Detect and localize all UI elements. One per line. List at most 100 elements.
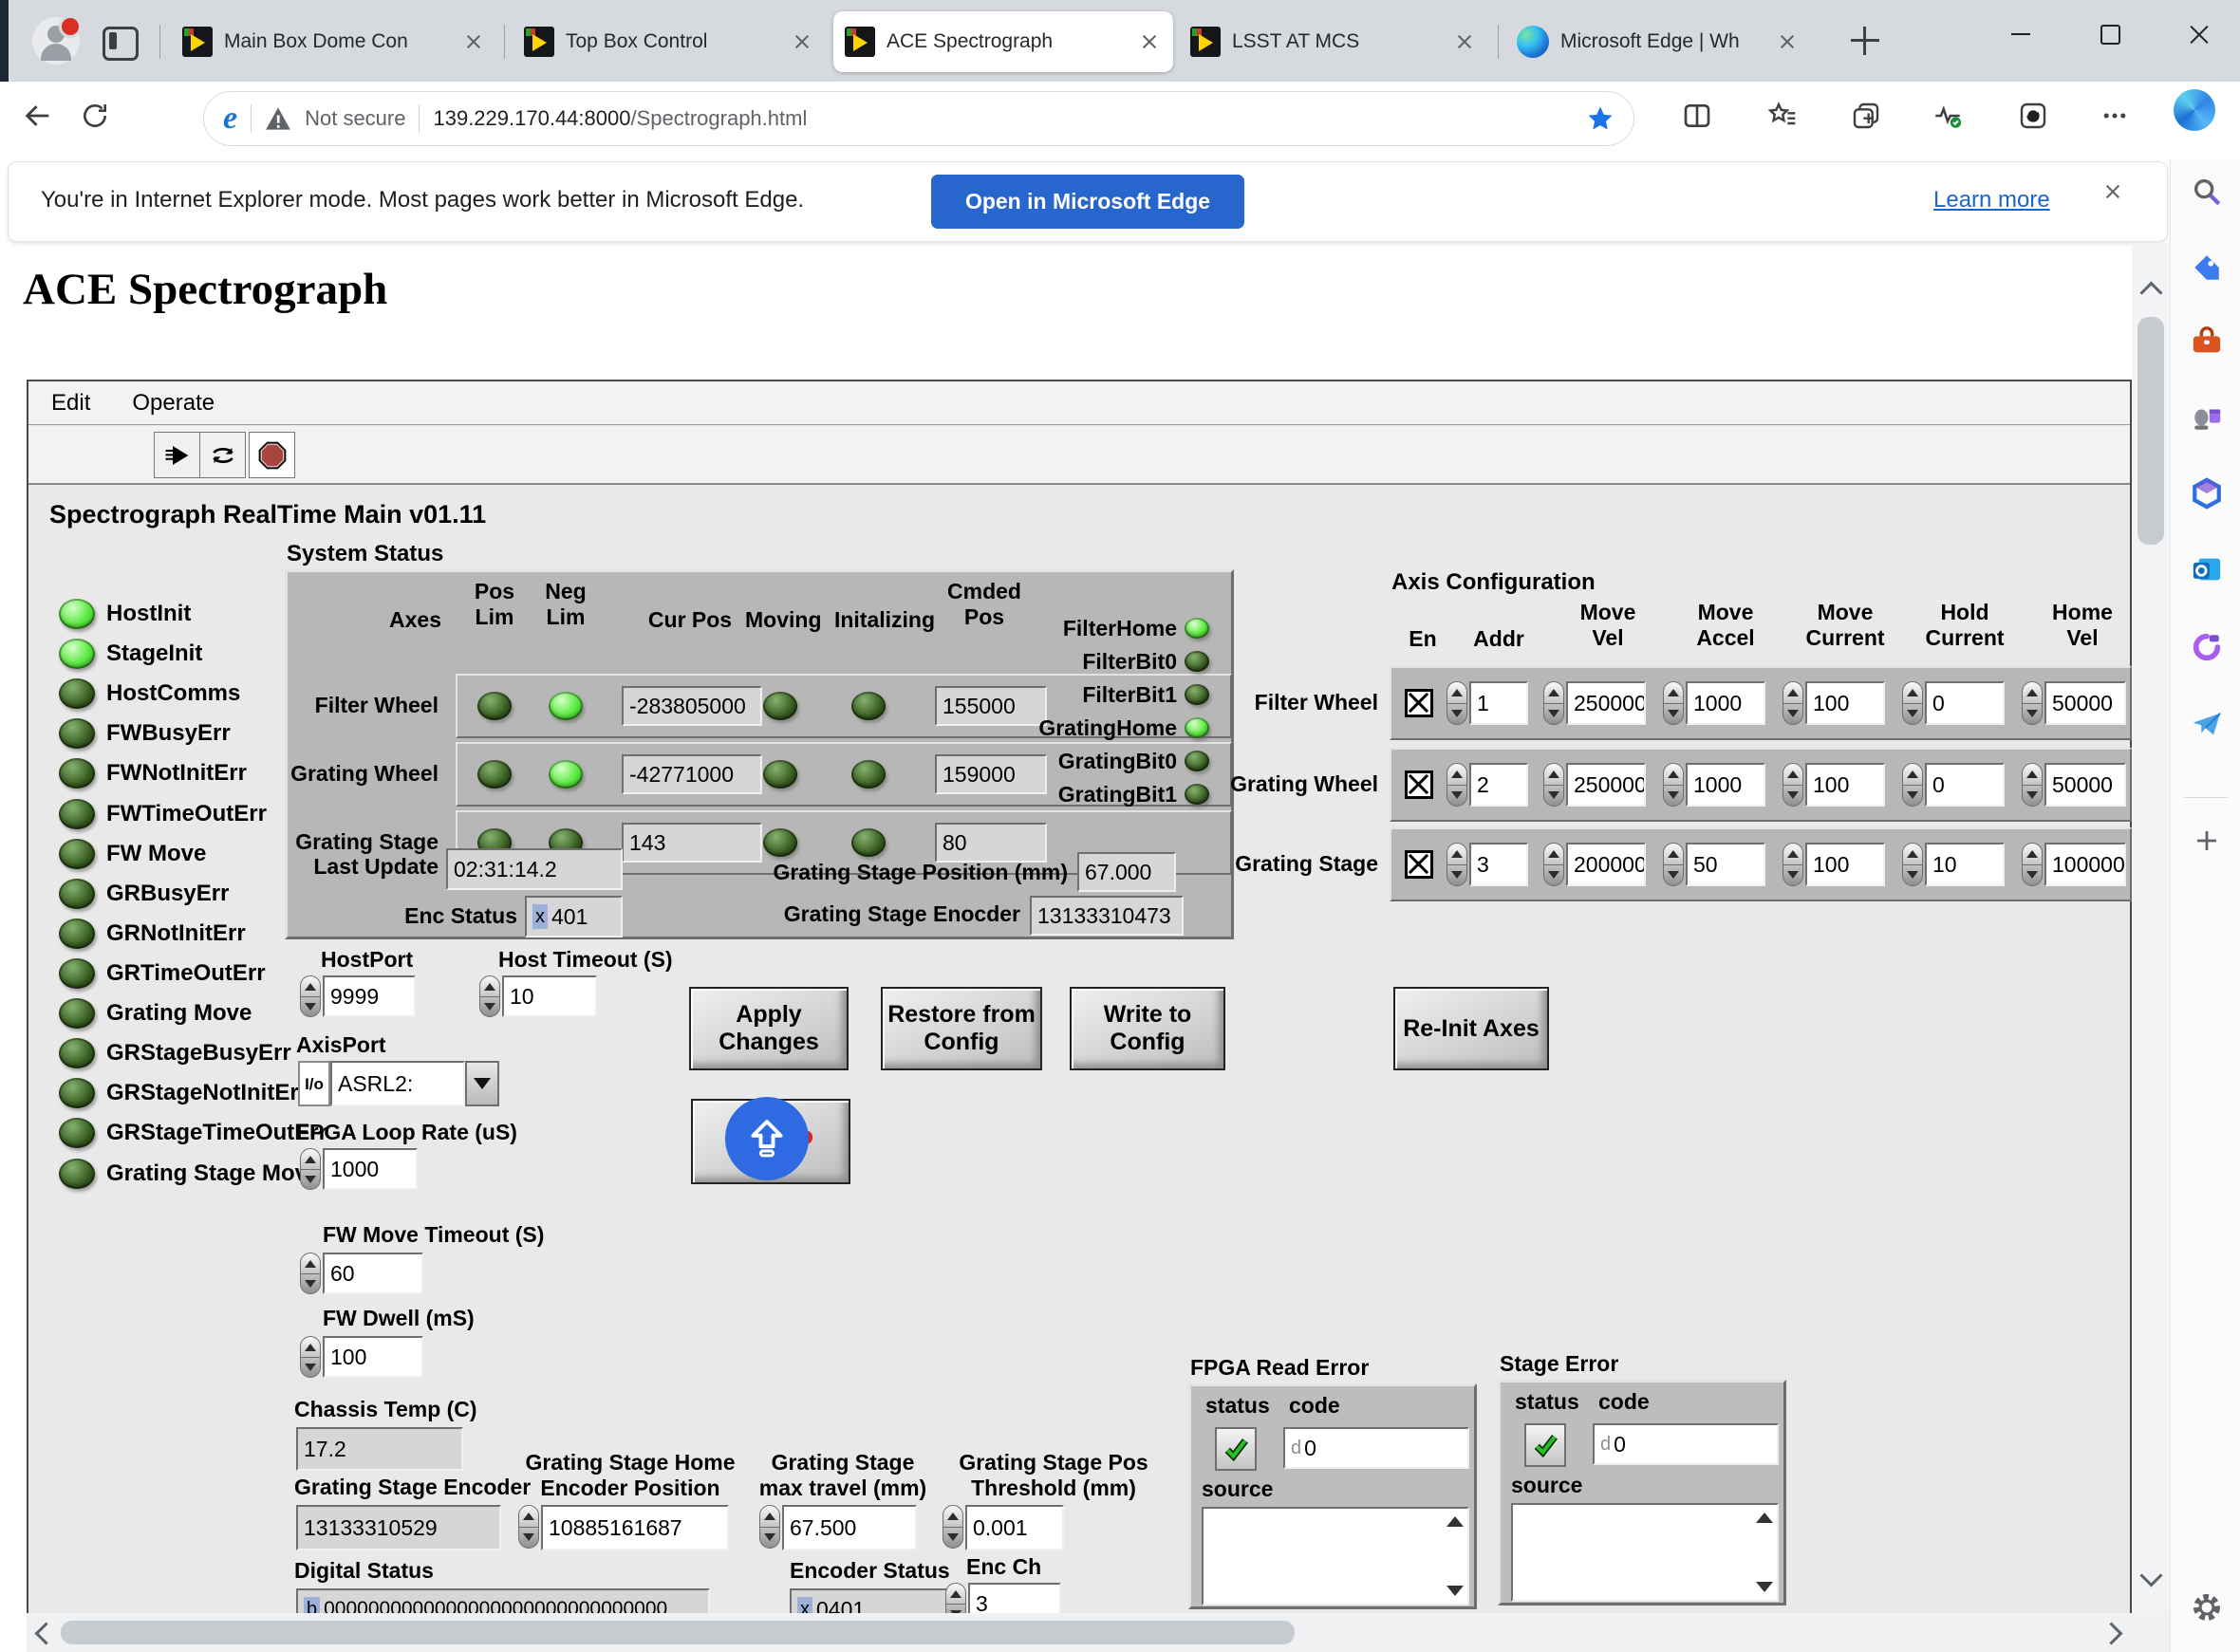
tab-close-icon[interactable] — [1137, 29, 1162, 54]
tab-lsst-at-mcs[interactable]: LSST AT MCS — [1179, 11, 1488, 72]
host-timeout-spinner[interactable] — [479, 975, 500, 1017]
axis1-home-vel-input[interactable]: 50000 — [2044, 681, 2126, 725]
fpga-error-source[interactable] — [1202, 1507, 1469, 1606]
browser-essentials-button[interactable] — [1927, 95, 1969, 137]
axis1-hold-current-input[interactable]: 0 — [1925, 681, 2005, 725]
axis2-home-vel-input[interactable]: 50000 — [2044, 763, 2126, 807]
copilot-button[interactable] — [2174, 89, 2215, 131]
run-button[interactable] — [154, 432, 200, 478]
tab-ace-spectrograph[interactable]: ACE Spectrograph — [833, 11, 1173, 72]
touch-keyboard-overlay[interactable] — [725, 1097, 809, 1180]
scroll-up-arrow[interactable] — [2139, 281, 2162, 304]
sidebar-m365-button[interactable] — [2190, 476, 2224, 510]
scroll-down-icon[interactable] — [1447, 1586, 1464, 1596]
scroll-up-icon[interactable] — [1756, 1513, 1773, 1523]
axis3-move-vel-spinner[interactable] — [1543, 843, 1564, 886]
axis2-enable-checkbox[interactable] — [1405, 770, 1433, 799]
axis1-move-accel-input[interactable]: 1000 — [1686, 681, 1765, 725]
axis2-hold-current-spinner[interactable] — [1902, 763, 1923, 807]
sidebar-shopping-button[interactable] — [2190, 251, 2224, 285]
sidebar-drop-button[interactable] — [2190, 707, 2224, 741]
sidebar-outlook-button[interactable] — [2190, 552, 2224, 586]
axisport-select[interactable]: ASRL2: — [330, 1061, 465, 1106]
favorites-button[interactable] — [1762, 95, 1803, 137]
axis3-move-accel-spinner[interactable] — [1663, 843, 1684, 886]
axis1-move-accel-spinner[interactable] — [1663, 681, 1684, 725]
settings-more-button[interactable] — [2094, 95, 2136, 137]
axis1-move-vel-input[interactable]: 250000 — [1566, 681, 1646, 725]
sidebar-customize-button[interactable] — [2190, 824, 2224, 858]
fpga-loop-input[interactable]: 1000 — [323, 1148, 418, 1190]
fw-move-timeout-spinner[interactable] — [300, 1253, 321, 1294]
gs-threshold-input[interactable]: 0.001 — [965, 1505, 1064, 1550]
sidebar-games-button[interactable] — [2190, 400, 2224, 435]
axis2-home-vel-spinner[interactable] — [2022, 763, 2043, 807]
run-continuous-button[interactable] — [199, 432, 246, 478]
apply-changes-button[interactable]: Apply Changes — [689, 987, 849, 1070]
tab-close-icon[interactable] — [461, 29, 486, 54]
maximize-button[interactable] — [2079, 8, 2141, 61]
tab-close-icon[interactable] — [1775, 29, 1800, 54]
reinit-axes-button[interactable]: Re-Init Axes — [1393, 987, 1549, 1070]
scroll-right-arrow[interactable] — [2100, 1622, 2122, 1644]
axis1-move-current-input[interactable]: 100 — [1805, 681, 1885, 725]
tab-close-icon[interactable] — [790, 29, 814, 54]
axis3-home-vel-spinner[interactable] — [2022, 843, 2043, 886]
restore-from-config-button[interactable]: Restore from Config — [881, 987, 1042, 1070]
axis3-hold-current-input[interactable]: 10 — [1925, 843, 2005, 886]
banner-close-icon[interactable] — [2100, 179, 2129, 208]
gs-max-travel-input[interactable]: 67.500 — [782, 1505, 917, 1550]
tab-main-box-dome[interactable]: Main Box Dome Con — [171, 11, 497, 72]
axis3-addr-spinner[interactable] — [1447, 843, 1467, 886]
gs-threshold-spinner[interactable] — [943, 1505, 963, 1549]
split-screen-button[interactable] — [1676, 95, 1718, 137]
tab-close-icon[interactable] — [1452, 29, 1477, 54]
hostport-spinner[interactable] — [300, 975, 321, 1017]
vertical-scrollbar[interactable] — [2132, 243, 2170, 1613]
collections-button[interactable] — [1845, 95, 1887, 137]
address-bar[interactable]: e Not secure 139.229.170.44:8000/Spectro… — [203, 91, 1634, 146]
profile-avatar[interactable] — [32, 17, 80, 65]
axis2-move-vel-spinner[interactable] — [1543, 763, 1564, 807]
horizontal-scroll-thumb[interactable] — [61, 1621, 1295, 1644]
radix[interactable]: x — [532, 904, 548, 929]
axis1-enable-checkbox[interactable] — [1405, 689, 1433, 717]
menu-edit[interactable]: Edit — [51, 390, 90, 417]
refresh-button[interactable] — [74, 95, 116, 137]
vertical-scroll-thumb[interactable] — [2137, 317, 2164, 545]
minimize-button[interactable] — [1989, 8, 2052, 61]
tab-top-box-control[interactable]: Top Box Control — [513, 11, 826, 72]
menu-operate[interactable]: Operate — [132, 390, 215, 417]
ie-mode-reload-button[interactable] — [2012, 95, 2054, 137]
scroll-left-arrow[interactable] — [34, 1622, 57, 1644]
scroll-up-icon[interactable] — [1447, 1516, 1464, 1527]
axis1-home-vel-spinner[interactable] — [2022, 681, 2043, 725]
sidebar-designer-button[interactable] — [2190, 630, 2224, 664]
axis3-move-current-input[interactable]: 100 — [1805, 843, 1885, 886]
axis2-addr-input[interactable]: 2 — [1469, 763, 1528, 807]
gs-home-input[interactable]: 10885161687 — [541, 1505, 729, 1550]
tab-microsoft-edge[interactable]: Microsoft Edge | Wh — [1505, 11, 1811, 72]
back-button[interactable] — [17, 95, 59, 137]
favorite-star-icon[interactable] — [1586, 104, 1615, 133]
axis3-addr-input[interactable]: 3 — [1469, 843, 1528, 886]
workspaces-icon[interactable] — [103, 27, 139, 61]
stage-error-source[interactable] — [1511, 1503, 1779, 1602]
fw-dwell-input[interactable]: 100 — [323, 1336, 423, 1378]
fw-move-timeout-input[interactable]: 60 — [323, 1253, 423, 1294]
close-button[interactable] — [2168, 8, 2231, 61]
axis3-move-vel-input[interactable]: 200000 — [1566, 843, 1646, 886]
sidebar-tools-button[interactable] — [2190, 325, 2224, 359]
axis3-move-accel-input[interactable]: 50 — [1686, 843, 1765, 886]
axis3-home-vel-input[interactable]: 100000 — [2044, 843, 2126, 886]
axis2-addr-spinner[interactable] — [1447, 763, 1467, 807]
gs-max-travel-spinner[interactable] — [759, 1505, 780, 1549]
axis1-move-current-spinner[interactable] — [1783, 681, 1803, 725]
axis1-addr-spinner[interactable] — [1447, 681, 1467, 725]
gs-home-spinner[interactable] — [518, 1505, 539, 1549]
axis1-hold-current-spinner[interactable] — [1902, 681, 1923, 725]
axis2-move-vel-input[interactable]: 250000 — [1566, 763, 1646, 807]
axis1-move-vel-spinner[interactable] — [1543, 681, 1564, 725]
scroll-down-arrow[interactable] — [2139, 1564, 2162, 1587]
scroll-down-icon[interactable] — [1756, 1582, 1773, 1592]
